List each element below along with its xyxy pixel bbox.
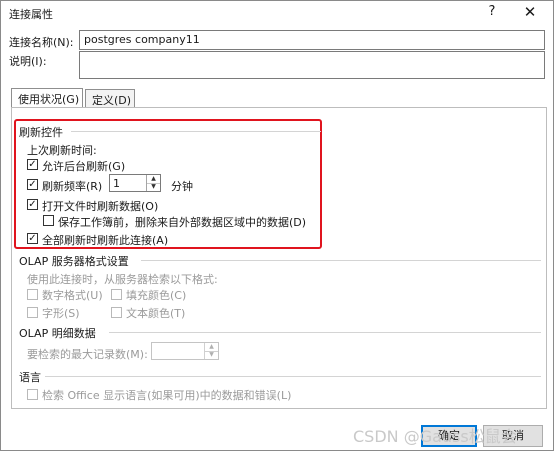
olap-drill-section-title: OLAP 明细数据 (19, 327, 96, 340)
font-style-label: 字形(S) (42, 307, 80, 320)
last-refresh-label: 上次刷新时间: (27, 144, 97, 157)
background-refresh-checkbox[interactable]: ✓ (27, 159, 38, 170)
remove-external-data-checkbox[interactable] (43, 215, 54, 226)
language-divider (45, 376, 541, 377)
olap-format-hint: 使用此连接时，从服务器检索以下格式: (27, 273, 218, 286)
description-input[interactable] (79, 51, 545, 79)
refresh-interval-spinner[interactable]: 1 ▲ ▼ (109, 174, 161, 192)
help-icon[interactable]: ? (483, 4, 501, 22)
refresh-all-checkbox[interactable]: ✓ (27, 233, 38, 244)
office-language-label: 检索 Office 显示语言(如果可用)中的数据和错误(L) (42, 389, 292, 402)
spinner-down-icon[interactable]: ▼ (146, 183, 160, 191)
fill-color-checkbox[interactable] (111, 289, 122, 300)
number-format-checkbox[interactable] (27, 289, 38, 300)
refresh-section-title: 刷新控件 (19, 126, 63, 139)
window-title: 连接属性 (9, 8, 53, 21)
olap-format-divider (141, 260, 541, 261)
refresh-every-label: 刷新频率(R) (42, 180, 103, 193)
refresh-interval-unit: 分钟 (171, 180, 193, 193)
number-format-label: 数字格式(U) (42, 289, 103, 302)
refresh-section-divider (71, 131, 321, 132)
max-records-label: 要检索的最大记录数(M): (27, 348, 148, 361)
max-records-down-icon[interactable]: ▼ (204, 351, 218, 359)
refresh-all-label: 全部刷新时刷新此连接(A) (42, 234, 169, 247)
fill-color-label: 填充颜色(C) (126, 289, 187, 302)
font-style-checkbox[interactable] (27, 307, 38, 318)
language-section-title: 语言 (19, 371, 41, 384)
tab-usage[interactable]: 使用状况(G) (11, 88, 83, 108)
text-color-label: 文本颜色(T) (126, 307, 186, 320)
connection-properties-dialog: 连接属性 ? ✕ 连接名称(N): postgres company11 说明(… (0, 0, 554, 451)
olap-format-section-title: OLAP 服务器格式设置 (19, 255, 129, 268)
connection-name-input[interactable]: postgres company11 (79, 30, 545, 50)
office-language-checkbox[interactable] (27, 389, 38, 400)
text-color-checkbox[interactable] (111, 307, 122, 318)
olap-drill-divider (109, 332, 541, 333)
title-bar: 连接属性 ? ✕ (1, 1, 553, 25)
refresh-every-checkbox[interactable]: ✓ (27, 179, 38, 190)
tab-definition[interactable]: 定义(D) (85, 89, 135, 107)
connection-name-label: 连接名称(N): (9, 36, 74, 49)
description-label: 说明(I): (9, 55, 47, 68)
refresh-interval-value: 1 (113, 177, 120, 190)
max-records-spinner[interactable]: ▲ ▼ (151, 342, 219, 360)
refresh-on-open-label: 打开文件时刷新数据(O) (42, 200, 159, 213)
remove-external-data-label: 保存工作簿前，删除来自外部数据区域中的数据(D) (58, 216, 307, 229)
refresh-on-open-checkbox[interactable]: ✓ (27, 199, 38, 210)
background-refresh-label: 允许后台刷新(G) (42, 160, 126, 173)
close-icon[interactable]: ✕ (521, 3, 539, 21)
csdn-watermark: CSDN @Gauss松鼠会 (353, 427, 517, 446)
